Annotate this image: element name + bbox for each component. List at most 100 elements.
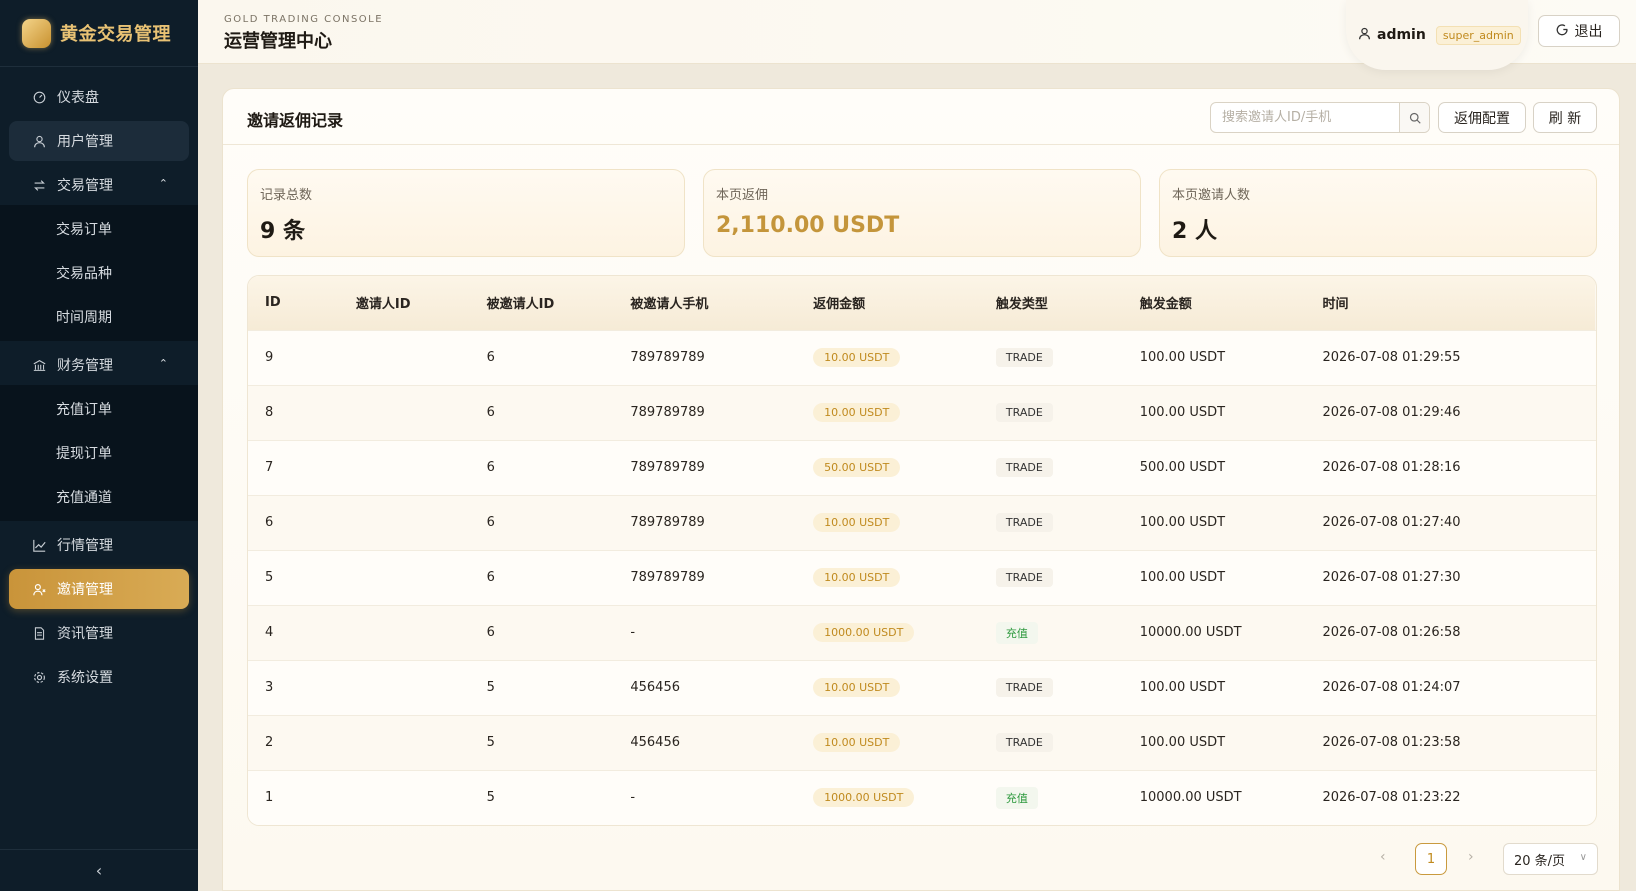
page-number-current[interactable]: 1 <box>1415 843 1447 875</box>
stat-value: 2 人 <box>1172 219 1217 244</box>
column-header: 时间 <box>1322 297 1349 313</box>
search-icon <box>1409 112 1421 124</box>
user-icon <box>1358 27 1371 44</box>
sidebar-subitem-1-2[interactable]: 充值通道 <box>0 475 198 519</box>
table-body: 9 6 789789789 10.00 USDT TRADE 100.00 USDT 202… <box>248 330 1596 825</box>
sidebar-item-label: 资讯管理 <box>57 626 113 642</box>
table-cell: 2 <box>265 735 274 750</box>
sidebar-item-label: 用户管理 <box>57 134 113 150</box>
table-row: 3 5 456456 10.00 USDT TRADE 100.00 USDT 2026-0… <box>248 660 1596 715</box>
refresh-button[interactable]: 刷 新 <box>1533 102 1597 133</box>
commission-amount-tag: 1000.00 USDT <box>813 788 915 808</box>
trigger-type-tag: TRADE <box>995 348 1053 367</box>
sidebar-submenu: 交易订单 交易品种 时间周期 <box>0 205 198 341</box>
table-cell: 100.00 USDT <box>1139 735 1226 750</box>
table-cell: 2026-07-08 01:23:22 <box>1322 790 1461 806</box>
collapse-sidebar-button[interactable]: ‹ <box>0 849 198 891</box>
table-cell: 6 <box>486 405 495 420</box>
column-header: 被邀请人ID <box>486 297 555 313</box>
table-cell: 50.00 USDT <box>796 440 979 495</box>
commission-config-button[interactable]: 返佣配置 <box>1438 102 1526 133</box>
sidebar-item-bottom-2[interactable]: 资讯管理 <box>9 613 189 653</box>
chevron-left-icon: ‹ <box>95 861 103 880</box>
sidebar-subitem-1-0[interactable]: 充值订单 <box>0 387 198 431</box>
sidebar-group-label: 财务管理 <box>57 358 113 374</box>
column-header: 被邀请人手机 <box>630 297 709 313</box>
page-size-select[interactable]: 20 条/页 ∨ <box>1503 843 1598 875</box>
pagination: ‹ 1 › 20 条/页 ∨ <box>223 843 1621 875</box>
table-cell: 100.00 USDT <box>1139 350 1226 365</box>
table-cell: 10.00 USDT <box>796 330 979 385</box>
table-cell: 6 <box>265 515 274 530</box>
sidebar-item-bottom-1[interactable]: 邀请管理 <box>9 569 189 609</box>
sidebar-subitem-0-0[interactable]: 交易订单 <box>0 207 198 251</box>
prev-page-button[interactable]: ‹ <box>1380 849 1386 865</box>
table-cell: 789789789 <box>630 460 705 475</box>
column-header: ID <box>265 295 281 311</box>
sidebar-item-top-0[interactable]: 仪表盘 <box>9 77 189 117</box>
user-name: admin <box>1377 27 1426 43</box>
header-subtitle: GOLD TRADING CONSOLE <box>224 14 384 25</box>
table-cell: 500.00 USDT <box>1139 460 1226 475</box>
table-cell: 789789789 <box>630 515 705 530</box>
commission-amount-tag: 50.00 USDT <box>813 458 901 477</box>
top-header: GOLD TRADING CONSOLE 运营管理中心 admin super_… <box>198 0 1636 70</box>
sidebar-item-bottom-3[interactable]: 系统设置 <box>9 657 189 697</box>
table-cell: 2026-07-08 01:29:55 <box>1322 350 1461 365</box>
table-cell: 2026-07-08 01:27:30 <box>1322 570 1461 585</box>
table-cell: TRADE <box>979 440 1123 495</box>
table-cell: 充值 <box>979 605 1123 660</box>
sidebar-item-bottom-0[interactable]: 行情管理 <box>9 525 189 565</box>
table-cell: 2026-07-08 01:24:07 <box>1322 680 1461 695</box>
table-cell <box>339 660 470 715</box>
table-cell: 8 <box>265 405 274 420</box>
table-cell: 789789789 <box>630 405 705 420</box>
table-cell <box>339 440 470 495</box>
table-cell: 100.00 USDT <box>1139 680 1226 695</box>
search-input[interactable] <box>1211 103 1399 132</box>
sidebar-item-top-1[interactable]: 用户管理 <box>9 121 189 161</box>
trigger-type-tag: TRADE <box>995 733 1053 752</box>
table-cell: 1 <box>265 790 274 806</box>
dashboard-icon <box>31 89 47 105</box>
table-cell: 10.00 USDT <box>796 715 979 770</box>
search-button[interactable] <box>1399 103 1429 132</box>
brand-logo <box>22 18 51 48</box>
commission-amount-tag: 1000.00 USDT <box>813 623 915 642</box>
sidebar-nav: 仪表盘 用户管理 交易管理 ⌃ 交易订单 交易品种 时间周期 财务管理 ⌃ 充值订单 提现订单 充值通… <box>0 67 198 697</box>
column-header: 邀请人ID <box>355 297 411 313</box>
table-cell: 10.00 USDT <box>796 660 979 715</box>
invite-icon <box>31 581 47 597</box>
sidebar-item-label: 系统设置 <box>57 670 113 686</box>
document-icon <box>31 625 47 641</box>
table-cell: 789789789 <box>630 570 705 585</box>
table-cell <box>339 495 470 550</box>
brand: 黄金交易管理 <box>0 0 198 67</box>
sidebar-subitem-1-1[interactable]: 提现订单 <box>0 431 198 475</box>
table-cell: 9 <box>265 350 274 365</box>
records-table: ID 邀请人ID 被邀请人ID 被邀请人手机 返佣金额 触发类型 触发金额 时间 9 6 7897… <box>248 276 1596 825</box>
table-cell: - <box>630 790 636 806</box>
table-cell: 3 <box>265 680 274 695</box>
table-cell: 10.00 USDT <box>796 550 979 605</box>
sidebar-subitem-0-1[interactable]: 交易品种 <box>0 251 198 295</box>
table-cell: 6 <box>486 350 495 365</box>
sidebar-group-0[interactable]: 交易管理 ⌃ <box>0 165 198 205</box>
sidebar-subitem-0-2[interactable]: 时间周期 <box>0 295 198 339</box>
sidebar-item-label: 行情管理 <box>57 538 113 554</box>
table-row: 8 6 789789789 10.00 USDT TRADE 100.00 USDT 202… <box>248 385 1596 440</box>
table-cell: 2026-07-08 01:23:58 <box>1322 735 1461 750</box>
stat-label: 记录总数 <box>260 188 313 203</box>
sidebar-group-1[interactable]: 财务管理 ⌃ <box>0 345 198 385</box>
trigger-type-tag: TRADE <box>995 458 1053 477</box>
table-cell: 5 <box>265 570 274 585</box>
table-cell: 7 <box>265 460 274 475</box>
table-cell: 5 <box>486 790 495 806</box>
next-page-button[interactable]: › <box>1468 849 1474 865</box>
user-chip[interactable]: admin super_admin <box>1346 0 1528 70</box>
page-size-label: 20 条/页 <box>1514 853 1566 869</box>
role-badge: super_admin <box>1435 25 1521 45</box>
logout-button[interactable]: 退出 <box>1538 15 1620 47</box>
table-cell: 2026-07-08 01:29:46 <box>1322 405 1461 420</box>
table-cell: 456456 <box>630 735 680 750</box>
